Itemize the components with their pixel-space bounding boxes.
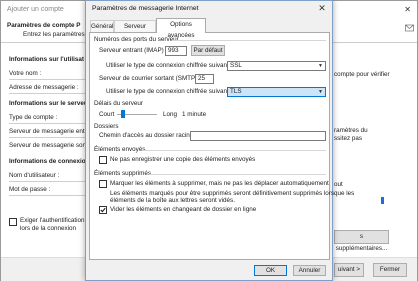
internet-email-settings-dialog: Paramètres de messagerie Internet ✕ Géné… [85, 0, 354, 281]
mark-for-deletion-label: Marquer les éléments à supprimer, mais n… [110, 180, 329, 187]
checkmark-icon [100, 207, 106, 213]
username-label: Nom d'utilisateur : [9, 172, 60, 179]
account-type-label: Type de compte : [9, 114, 58, 121]
slider-thumb[interactable] [381, 197, 384, 204]
dont-save-sent-checkbox[interactable] [99, 156, 107, 164]
user-info-section-title: Informations sur l'utilisat [9, 56, 84, 63]
timeout-short-label: Court [99, 111, 115, 118]
tab-advanced-options[interactable]: Options avancées [156, 18, 206, 39]
cancel-button[interactable]: Annuler [293, 265, 326, 276]
close-icon[interactable]: ✕ [404, 5, 411, 14]
spa-checkbox-label-2: lors de la connexion [20, 225, 77, 232]
outgoing-encryption-label: Utiliser le type de connexion chiffrée s… [106, 88, 233, 95]
default-ports-button[interactable]: Par défaut [191, 45, 225, 56]
test-account-text: compte pour vérifier [334, 71, 390, 78]
incoming-port-label: Serveur entrant (IMAP) : [99, 47, 168, 54]
chevron-down-icon: ▼ [318, 89, 323, 95]
tab-outgoing-server[interactable]: Serveur sortant [114, 20, 156, 41]
dont-save-sent-label: Ne pas enregistrer une copie des élément… [110, 156, 256, 163]
email-address-label: Adresse de messagerie : [9, 84, 79, 91]
purge-items-label: Vider les éléments en changeant de dossi… [110, 206, 257, 213]
separator [172, 40, 326, 41]
deleted-items-section-title: Éléments supprimés [94, 170, 152, 177]
logon-info-section-title: Informations de connexio [9, 158, 86, 165]
incoming-encryption-value: SSL [230, 62, 242, 69]
timeout-long-label: Long [163, 111, 178, 118]
timeout-section-title: Délais du serveur [94, 100, 143, 107]
incoming-encryption-label: Utiliser le type de connexion chiffrée s… [106, 62, 233, 69]
incoming-port-input[interactable]: 993 [165, 46, 187, 56]
chevron-down-icon: ▼ [318, 63, 323, 69]
add-account-title: Ajouter un compte [7, 6, 64, 13]
outgoing-encryption-value: TLS [230, 88, 242, 95]
tab-general[interactable]: Général [90, 20, 114, 32]
spa-checkbox-label-1: Exiger l'authentification p [20, 217, 90, 224]
separator [149, 174, 326, 175]
separator [9, 195, 87, 196]
sent-items-section-title: Éléments envoyés [94, 146, 146, 153]
root-folder-path-input[interactable] [190, 131, 326, 141]
ports-section-title: Numéros des ports du serveur [94, 36, 179, 43]
wizard-heading: Paramètres de compte P [7, 22, 81, 29]
separator [143, 150, 326, 151]
incoming-server-label: Serveur de messagerie ent [9, 128, 85, 135]
your-name-label: Votre nom : [9, 70, 42, 77]
mail-icon [405, 23, 414, 37]
outgoing-encryption-select[interactable]: TLS ▼ [227, 87, 326, 97]
close-icon[interactable]: ✕ [316, 3, 328, 15]
right-text-4: out [334, 181, 343, 188]
password-label: Mot de passe : [9, 186, 51, 193]
timeout-slider-thumb[interactable] [120, 110, 125, 118]
separator [9, 137, 87, 138]
separator [9, 93, 87, 94]
outgoing-port-input[interactable]: 25 [195, 74, 214, 84]
wizard-subheading: Entrez les paramètres d [23, 31, 90, 38]
next-button[interactable]: uivant > [334, 263, 364, 277]
root-folder-path-label: Chemin d'accès au dossier racine : [99, 132, 197, 139]
separator [9, 79, 87, 80]
purge-items-checkbox[interactable] [99, 206, 107, 214]
separator [9, 181, 87, 182]
outgoing-server-label: Serveur de messagerie sort [9, 142, 87, 149]
folders-section-title: Dossiers [94, 123, 119, 130]
ok-button[interactable]: OK [254, 265, 287, 276]
incoming-encryption-select[interactable]: SSL ▼ [227, 61, 326, 71]
right-text-2: ramètres du [334, 127, 368, 134]
mark-for-deletion-desc-1: Les éléments marqués pour être supprimés… [110, 190, 355, 197]
separator [9, 123, 87, 124]
mark-for-deletion-desc-2: éléments de la boîte aux lettres seront … [110, 197, 235, 204]
more-settings-button[interactable]: s supplémentaires... [334, 230, 389, 252]
server-info-section-title: Informations sur le serveu [9, 100, 88, 107]
mark-for-deletion-checkbox[interactable] [99, 180, 107, 188]
dialog-title: Paramètres de messagerie Internet [92, 5, 199, 12]
timeout-value: 1 minute [182, 111, 207, 118]
outgoing-port-label: Serveur de courrier sortant (SMTP) : [99, 75, 201, 82]
right-text-3: ssitez pas [334, 135, 362, 142]
advanced-options-panel: Numéros des ports du serveur Serveur ent… [89, 32, 354, 260]
spa-checkbox[interactable] [9, 218, 17, 226]
close-button[interactable]: Fermer [373, 263, 407, 277]
